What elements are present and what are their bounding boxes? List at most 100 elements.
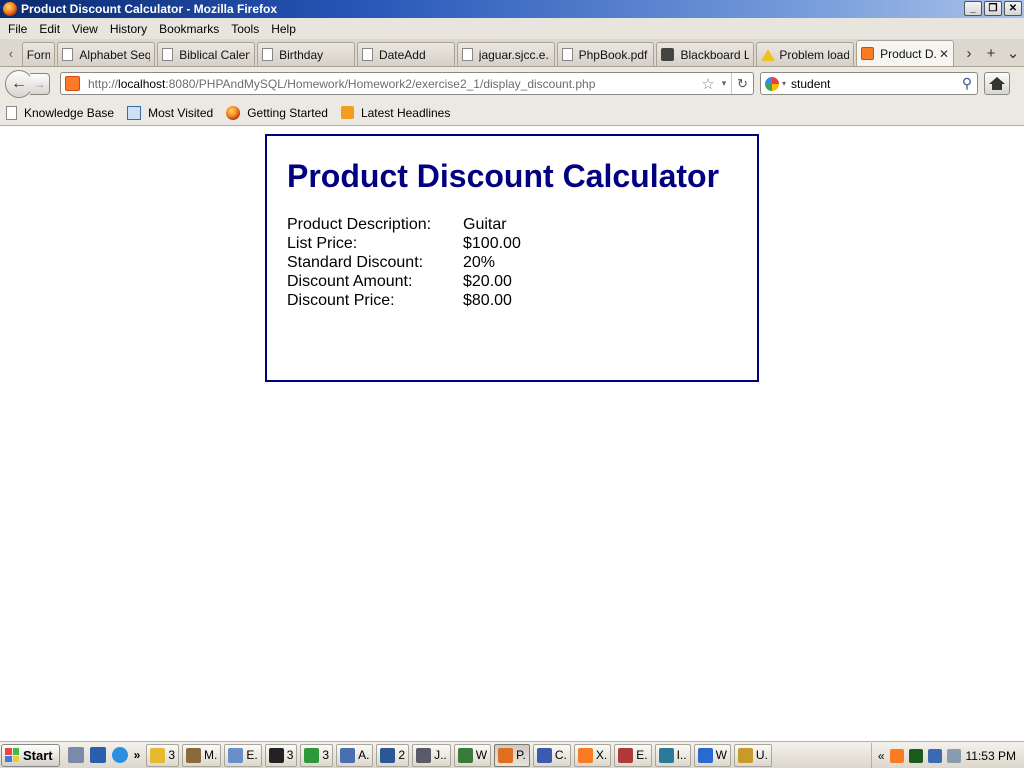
tab-alphabet-seq[interactable]: Alphabet Seq... [57, 42, 156, 66]
volume-icon[interactable] [946, 748, 961, 763]
row-value: Guitar [463, 216, 507, 233]
close-window-button[interactable]: ✕ [1004, 1, 1022, 16]
search-engine-dropdown-icon[interactable]: ▾ [782, 79, 786, 88]
network-tray-icon[interactable] [927, 748, 942, 763]
search-bar[interactable]: ▾ student ⚲ [760, 72, 978, 95]
url-text[interactable]: http://localhost:8080/PHPAndMySQL/Homewo… [88, 77, 699, 91]
result-row-product-description: Product Description: Guitar [287, 215, 737, 234]
task-a-button[interactable]: A. [336, 743, 374, 767]
window-controls: _ ❐ ✕ [964, 1, 1022, 16]
tab-problem-loading[interactable]: Problem loadi... [756, 42, 855, 66]
explorer-group-button[interactable]: 3 [146, 743, 179, 767]
show-desktop-icon[interactable] [89, 747, 106, 763]
help-task-button[interactable]: W [693, 743, 731, 767]
task-label: I.. [676, 748, 687, 762]
task-label: J.. [434, 748, 447, 762]
site-identity-icon[interactable] [65, 76, 80, 91]
menu-view[interactable]: View [66, 22, 104, 36]
result-row-discount-amount: Discount Amount: $20.00 [287, 272, 737, 291]
network-icon[interactable] [67, 747, 84, 763]
task-e-icon [228, 747, 244, 763]
tab-product-discount[interactable]: Product D... ✕ [856, 40, 954, 66]
internet-explorer-icon[interactable] [111, 747, 128, 763]
tray-expand-button[interactable]: « [878, 749, 885, 763]
page-icon [561, 48, 573, 61]
task-u-button[interactable]: U. [733, 743, 772, 767]
rss-icon [340, 106, 354, 119]
windows-taskbar: Start » 3 M. E. 3 3 A. 2 J.. W P. C. X. E. I.. W U. « 1… [0, 741, 1024, 768]
chrome-group-button[interactable]: 3 [300, 743, 334, 767]
clock[interactable]: 11:53 PM [966, 749, 1016, 763]
list-all-tabs-button[interactable]: ⌄ [1002, 44, 1024, 62]
home-button[interactable] [984, 72, 1010, 95]
tab-phpbook-pdf[interactable]: PhpBook.pdf ... [556, 42, 655, 66]
menu-edit[interactable]: Edit [33, 22, 66, 36]
tab-birthday[interactable]: Birthday [257, 42, 355, 66]
page-icon [461, 48, 473, 61]
bookmark-latest-headlines[interactable]: Latest Headlines [340, 105, 451, 120]
firefox-task-button[interactable]: P. [494, 743, 530, 767]
xampp-task-button[interactable]: X. [573, 743, 612, 767]
bookmark-label: Latest Headlines [360, 105, 451, 120]
new-tab-button[interactable]: + [980, 45, 1002, 62]
google-engine-icon[interactable] [765, 76, 779, 91]
menu-file[interactable]: File [2, 22, 33, 36]
task-label: U. [755, 748, 768, 762]
maximize-button[interactable]: ❐ [984, 1, 1002, 16]
tab-label: Problem loadi... [779, 47, 850, 62]
calculator-panel: Product Discount Calculator Product Desc… [265, 134, 759, 382]
word-group-button[interactable]: 2 [376, 743, 410, 767]
start-button[interactable]: Start [1, 743, 60, 767]
tab-biblical-calendar[interactable]: Biblical Calen... [157, 42, 256, 66]
menu-bookmarks[interactable]: Bookmarks [153, 22, 225, 36]
quick-launch-more-button[interactable]: » [134, 748, 141, 762]
tab-jaguar-sjcc[interactable]: jaguar.sjcc.e... [456, 42, 555, 66]
tab-label: DateAdd [378, 47, 426, 62]
bookmarks-toolbar: Knowledge Base Most Visited Getting Star… [0, 100, 1024, 126]
row-value: 20% [463, 254, 496, 271]
bookmark-most-visited[interactable]: Most Visited [127, 105, 213, 120]
reload-button[interactable]: ↻ [731, 73, 753, 94]
minimize-button[interactable]: _ [964, 1, 982, 16]
tab-form[interactable]: Form [21, 42, 56, 66]
row-label: List Price: [287, 235, 358, 252]
search-icon[interactable]: ⚲ [957, 75, 977, 92]
page-icon [262, 48, 274, 61]
tab-dateadd[interactable]: DateAdd [356, 42, 455, 66]
firefox-icon [3, 2, 17, 16]
task-e-button[interactable]: E. [224, 743, 262, 767]
menu-help[interactable]: Help [265, 22, 302, 36]
bookmark-knowledge-base[interactable]: Knowledge Base [6, 105, 115, 120]
search-input[interactable]: student [791, 77, 957, 91]
cmd-group-button[interactable]: 3 [264, 743, 298, 767]
url-history-dropdown-icon[interactable]: ▾ [717, 78, 731, 89]
task-w-button[interactable]: W [453, 743, 492, 767]
back-button[interactable]: ← [5, 69, 33, 98]
forward-button[interactable]: → [30, 72, 50, 95]
url-bar[interactable]: http://localhost:8080/PHPAndMySQL/Homewo… [60, 72, 754, 95]
tab-label: Birthday [279, 47, 324, 62]
xampp-tray-icon[interactable] [889, 748, 904, 763]
blackboard-icon [661, 48, 675, 61]
bookmark-getting-started[interactable]: Getting Started [226, 105, 328, 120]
monitor-tray-icon[interactable] [908, 748, 923, 763]
bookmark-label: Knowledge Base [24, 105, 115, 120]
task-e2-button[interactable]: E. [614, 743, 652, 767]
tab-scroll-right-button[interactable]: › [958, 45, 980, 62]
row-value: $20.00 [463, 273, 512, 290]
task-c-button[interactable]: C. [532, 743, 571, 767]
tab-blackboard[interactable]: Blackboard L... [656, 42, 755, 66]
close-tab-icon[interactable]: ✕ [939, 47, 949, 61]
tab-scroll-left-button[interactable]: ‹ [0, 40, 22, 66]
bookmark-star-icon[interactable]: ☆ [699, 75, 717, 93]
page-title: Product Discount Calculator [287, 158, 720, 194]
system-tray: « 11:53 PM [870, 743, 1024, 768]
menu-tools[interactable]: Tools [225, 22, 265, 36]
menu-history[interactable]: History [104, 22, 153, 36]
start-label: Start [23, 747, 53, 763]
task-i-button[interactable]: I.. [654, 743, 691, 767]
task-a-icon [340, 747, 356, 763]
task-i-icon [658, 747, 674, 763]
task-j-button[interactable]: J.. [412, 743, 451, 767]
task-m-button[interactable]: M. [182, 743, 222, 767]
